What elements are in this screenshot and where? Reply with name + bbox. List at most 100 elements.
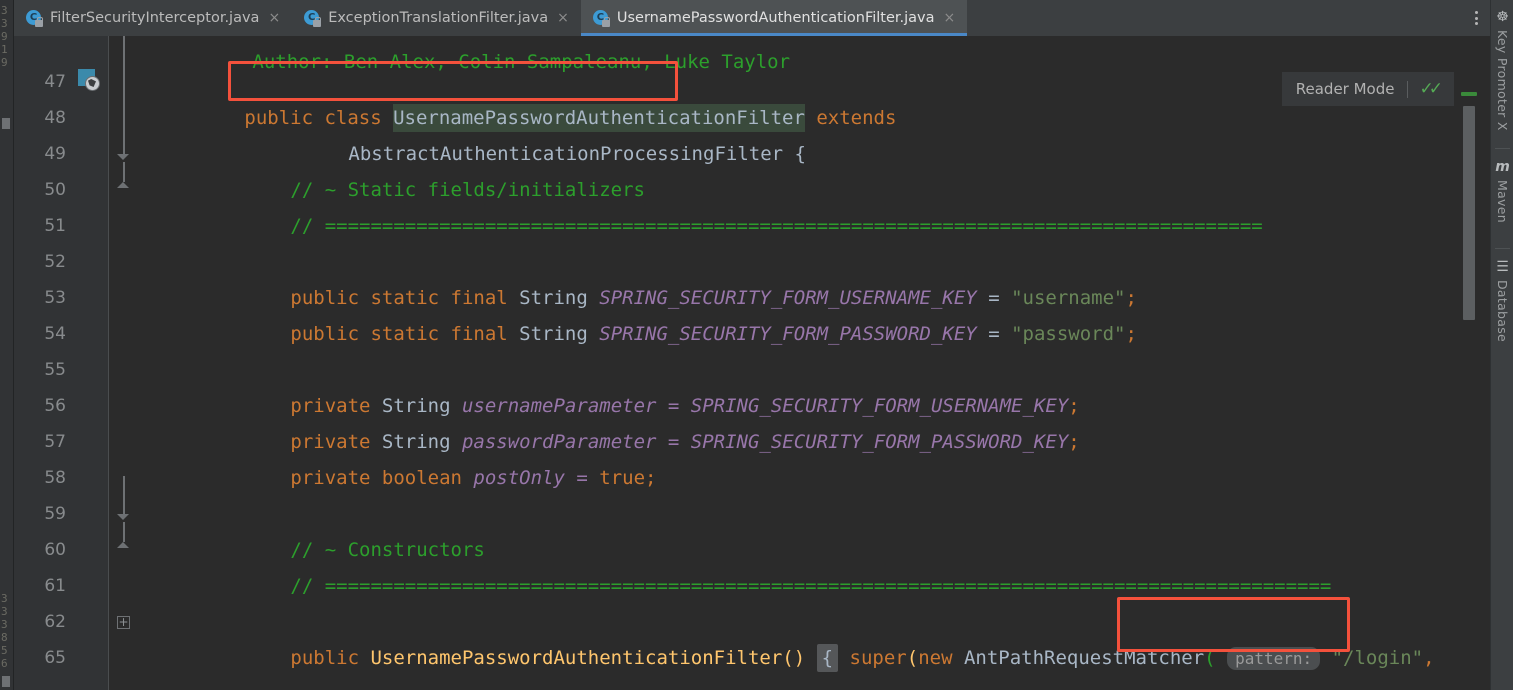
java-class-icon: C [26, 9, 43, 27]
key-promoter-icon: ☸ [1496, 9, 1509, 25]
code-line-partial-author: Author: Ben Alex, Colin Sampaleanu, Luke… [138, 36, 790, 73]
keyword-public: public [290, 647, 371, 669]
code-line-59: // ~ Constructors [176, 496, 484, 561]
database-cylinder-icon: ☰ [1496, 259, 1509, 275]
type-antpathrequestmatcher: AntPathRequestMatcher [963, 647, 1205, 669]
constant-password-key: SPRING_SECURITY_FORM_PASSWORD_KEY [599, 323, 977, 345]
string-login-path: "/login" [1331, 647, 1424, 669]
editor-tab-usernamepasswordauthenticationfilter[interactable]: C UsernamePasswordAuthenticationFilter.j… [580, 0, 968, 36]
code-content[interactable]: Author: Ben Alex, Colin Sampaleanu, Luke… [110, 36, 1490, 690]
line-number: 58 [44, 468, 66, 488]
line-number: 51 [44, 216, 66, 236]
comma: , [1423, 647, 1435, 669]
editor-scrollbar-thumb[interactable] [1463, 106, 1475, 320]
keyword-private-boolean: private boolean [290, 467, 474, 489]
editor-tab-exceptiontranslationfilter[interactable]: C ExceptionTranslationFilter.java × [292, 0, 581, 36]
keyword-super: super [849, 647, 907, 669]
code-line-55: private String usernameParameter = SPRIN… [176, 352, 1079, 417]
super-open-paren: ( [906, 647, 919, 669]
ghost-block-lower [2, 676, 10, 687]
stripe-marker-green[interactable] [1461, 92, 1477, 96]
code-line-56: private String passwordParameter = SPRIN… [176, 388, 1079, 453]
keyword-public-static-final: public static final [290, 323, 520, 345]
semicolon: ; [1125, 323, 1137, 345]
field-post-only: postOnly = [473, 467, 600, 489]
background-window-left-strip: 33919 333856 [0, 0, 14, 690]
tab-bar-spacer [967, 0, 1462, 36]
comment-separator-rule: // =====================================… [290, 215, 1263, 237]
code-line-47: public class UsernamePasswordAuthenticat… [130, 64, 896, 132]
editor-window: C FilterSecurityInterceptor.java × C Exc… [14, 0, 1490, 690]
line-number: 50 [44, 180, 66, 200]
line-number: 65 [44, 648, 66, 668]
maven-m-icon: m [1495, 159, 1510, 175]
line-number: 60 [44, 540, 66, 560]
semicolon: ; [645, 467, 657, 489]
code-editor[interactable]: 47 48 49 50 51 52 53 54 55 56 57 58 59 6… [14, 36, 1490, 690]
keyword-extends: extends [804, 107, 897, 129]
code-line-60: // =====================================… [176, 532, 1331, 597]
tool-window-label: Database [1495, 280, 1510, 343]
editor-tab-label: UsernamePasswordAuthenticationFilter.jav… [616, 10, 935, 26]
tab-close-icon[interactable]: × [555, 9, 571, 27]
code-line-62: public UsernamePasswordAuthenticationFil… [176, 604, 1435, 672]
tool-window-database[interactable]: ☰ Database [1491, 258, 1513, 342]
code-line-53: public static final String SPRING_SECURI… [176, 280, 1137, 345]
tool-window-divider [1495, 248, 1510, 249]
vertical-dots [1474, 11, 1478, 25]
java-class-icon: C [592, 9, 610, 27]
constructor-parens: () [782, 647, 806, 669]
line-number: 53 [44, 288, 66, 308]
ghost-block-upper [2, 118, 10, 129]
keyword-new: new [918, 647, 964, 669]
tab-close-icon[interactable]: × [266, 9, 282, 27]
ghost-line-numbers-bottom: 333856 [1, 592, 8, 670]
line-number: 56 [44, 396, 66, 416]
double-check-icon[interactable]: ✓✓ [1420, 80, 1444, 98]
constructor-name: UsernamePasswordAuthenticationFilter [370, 647, 783, 669]
java-class-icon: C [304, 9, 322, 27]
line-number: 48 [44, 108, 66, 128]
widget-divider [1406, 80, 1408, 98]
editor-tab-bar: C FilterSecurityInterceptor.java × C Exc… [14, 0, 1490, 36]
more-options-icon[interactable] [1462, 0, 1490, 36]
code-line-49: // ~ Static fields/initializers [176, 136, 645, 201]
parameter-name-hint[interactable]: pattern: [1227, 647, 1321, 670]
reader-mode-label: Reader Mode [1295, 80, 1395, 98]
line-number: 55 [44, 360, 66, 380]
semicolon: ; [1068, 431, 1080, 453]
code-line-52: public static final String SPRING_SECURI… [176, 244, 1137, 309]
right-tool-window-bar: ☸ Key Promoter X m Maven ☰ Database [1490, 0, 1513, 690]
operator-assign: = [976, 323, 1012, 345]
lock-badge-icon [35, 16, 43, 27]
lock-badge-icon [313, 16, 322, 27]
tool-window-label: Maven [1495, 180, 1510, 223]
line-number: 54 [44, 324, 66, 344]
line-number: 61 [44, 576, 66, 596]
string-password: "password" [1011, 323, 1126, 345]
web-bean-gutter-icon[interactable] [78, 69, 100, 91]
globe-icon [85, 76, 100, 91]
comment-separator-rule: // =====================================… [290, 575, 1332, 597]
editor-tab-label: ExceptionTranslationFilter.java [328, 10, 549, 26]
tool-window-maven[interactable]: m Maven [1491, 158, 1513, 223]
tool-window-label: Key Promoter X [1495, 30, 1510, 131]
line-number: 52 [44, 252, 66, 272]
tool-window-divider [1495, 148, 1510, 149]
line-number: 57 [44, 432, 66, 452]
code-line-48: AbstractAuthenticationProcessingFilter { [234, 100, 806, 165]
reader-mode-widget[interactable]: Reader Mode ✓✓ [1281, 72, 1454, 106]
literal-true: true [599, 467, 646, 489]
editor-error-stripe[interactable] [1454, 72, 1490, 690]
editor-gutter[interactable]: 47 48 49 50 51 52 53 54 55 56 57 58 59 6… [14, 36, 130, 690]
ide-window: 33919 333856 r E " c y a m S t C Filter [0, 0, 1513, 690]
editor-tab-filtersecurityinterceptor[interactable]: C FilterSecurityInterceptor.java × [14, 0, 293, 36]
lock-badge-icon [601, 16, 610, 27]
folded-body-chip[interactable]: { [816, 644, 839, 672]
tool-window-key-promoter-x[interactable]: ☸ Key Promoter X [1491, 8, 1513, 131]
type-string: String [519, 323, 600, 345]
tab-close-icon[interactable]: × [942, 9, 958, 27]
line-number: 47 [44, 72, 66, 92]
ghost-line-numbers-top: 33919 [1, 4, 8, 69]
line-number: 59 [44, 504, 66, 524]
